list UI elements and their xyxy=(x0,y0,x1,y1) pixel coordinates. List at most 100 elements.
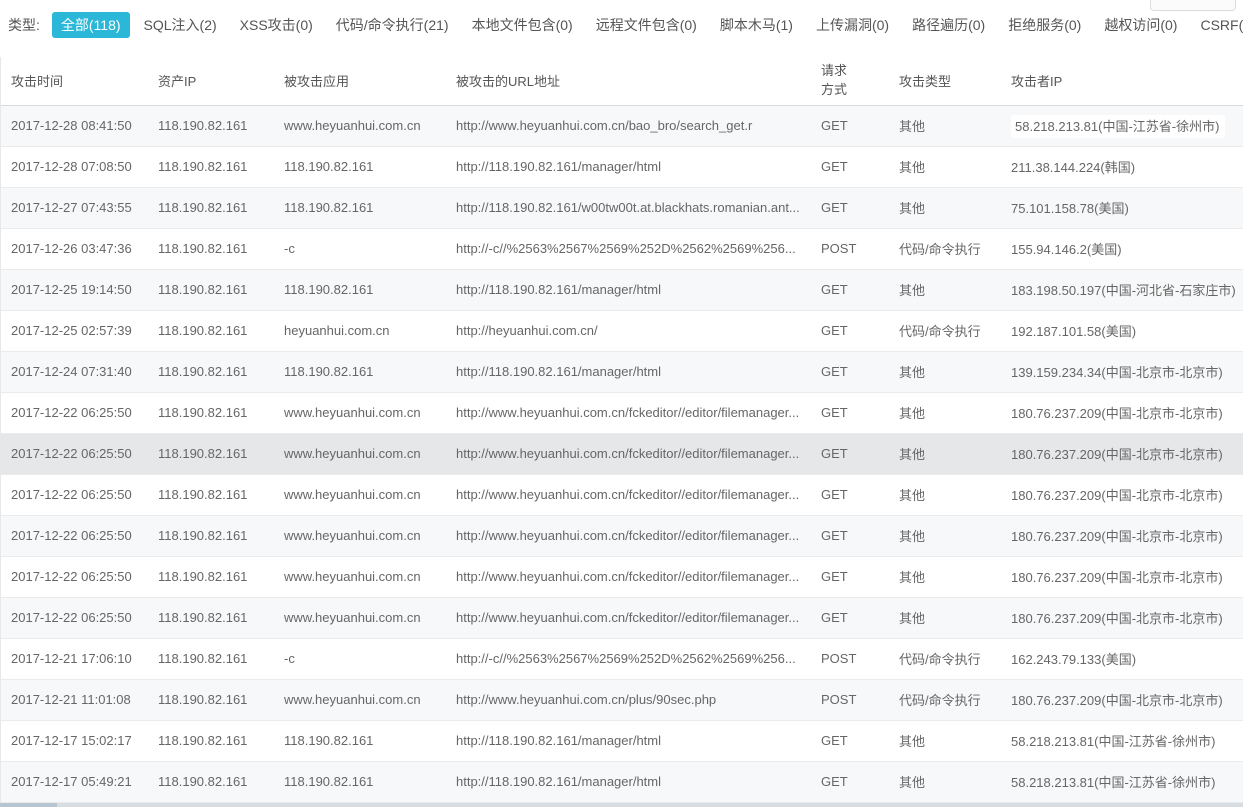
cell-attack-time: 2017-12-22 06:25:50 xyxy=(1,597,148,638)
table-row[interactable]: 2017-12-27 07:43:55118.190.82.161118.190… xyxy=(1,187,1243,228)
filter-tab-8[interactable]: 路径遍历(0) xyxy=(903,12,994,38)
cell-attack-type: 代码/命令执行 xyxy=(889,638,1001,679)
cell-asset-ip: 118.190.82.161 xyxy=(148,597,274,638)
cell-asset-ip: 118.190.82.161 xyxy=(148,351,274,392)
cell-attacked-app: www.heyuanhui.com.cn xyxy=(274,515,446,556)
cell-asset-ip: 118.190.82.161 xyxy=(148,269,274,310)
cell-asset-ip: 118.190.82.161 xyxy=(148,392,274,433)
table-row[interactable]: 2017-12-22 06:25:50118.190.82.161www.hey… xyxy=(1,597,1243,638)
table-row[interactable]: 2017-12-24 07:31:40118.190.82.161118.190… xyxy=(1,351,1243,392)
cell-attacked-url: http://www.heyuanhui.com.cn/fckeditor//e… xyxy=(446,515,811,556)
filter-tab-7[interactable]: 上传漏洞(0) xyxy=(807,12,898,38)
col-header-attack-type: 攻击类型 xyxy=(889,57,1001,105)
filter-tab-6[interactable]: 脚本木马(1) xyxy=(711,12,802,38)
cell-attack-time: 2017-12-24 07:31:40 xyxy=(1,351,148,392)
cell-attacked-url: http://118.190.82.161/manager/html xyxy=(446,720,811,761)
cell-asset-ip: 118.190.82.161 xyxy=(148,474,274,515)
cell-asset-ip: 118.190.82.161 xyxy=(148,638,274,679)
cell-request-method: GET xyxy=(811,310,889,351)
cell-asset-ip: 118.190.82.161 xyxy=(148,720,274,761)
cell-attacker-ip: 180.76.237.209(中国-北京市-北京市) xyxy=(1001,679,1243,720)
cell-attack-time: 2017-12-17 15:02:17 xyxy=(1,720,148,761)
cell-attack-time: 2017-12-17 05:49:21 xyxy=(1,761,148,802)
cell-attack-type: 其他 xyxy=(889,269,1001,310)
cell-attacked-app: 118.190.82.161 xyxy=(274,187,446,228)
cell-request-method: POST xyxy=(811,228,889,269)
cell-asset-ip: 118.190.82.161 xyxy=(148,679,274,720)
table-row[interactable]: 2017-12-25 02:57:39118.190.82.161heyuanh… xyxy=(1,310,1243,351)
cell-attack-type: 其他 xyxy=(889,597,1001,638)
table-row[interactable]: 2017-12-22 06:25:50118.190.82.161www.hey… xyxy=(1,556,1243,597)
cell-attacked-app: www.heyuanhui.com.cn xyxy=(274,433,446,474)
attacker-ip-highlight: 58.218.213.81(中国-江苏省-徐州市) xyxy=(1011,115,1225,138)
cell-attacker-ip: 58.218.213.81(中国-江苏省-徐州市) xyxy=(1001,105,1243,146)
table-row[interactable]: 2017-12-25 19:14:50118.190.82.161118.190… xyxy=(1,269,1243,310)
filter-tab-9[interactable]: 拒绝服务(0) xyxy=(999,12,1090,38)
cell-request-method: GET xyxy=(811,474,889,515)
table-row[interactable]: 2017-12-22 06:25:50118.190.82.161www.hey… xyxy=(1,515,1243,556)
filter-tab-0[interactable]: 全部(118) xyxy=(52,12,130,38)
cell-attacked-app: heyuanhui.com.cn xyxy=(274,310,446,351)
col-header-attacked-url: 被攻击的URL地址 xyxy=(446,57,811,105)
filter-tabs: 全部(118)SQL注入(2)XSS攻击(0)代码/命令执行(21)本地文件包含… xyxy=(52,12,1243,38)
bottom-edge-strip-accent xyxy=(0,803,57,807)
table-row[interactable]: 2017-12-26 03:47:36118.190.82.161-chttp:… xyxy=(1,228,1243,269)
filter-tab-5[interactable]: 远程文件包含(0) xyxy=(587,12,706,38)
cell-attacked-url: http://118.190.82.161/w00tw00t.at.blackh… xyxy=(446,187,811,228)
cell-request-method: GET xyxy=(811,761,889,802)
cell-attacker-ip: 75.101.158.78(美国) xyxy=(1001,187,1243,228)
table-row[interactable]: 2017-12-21 11:01:08118.190.82.161www.hey… xyxy=(1,679,1243,720)
cell-request-method: GET xyxy=(811,187,889,228)
cell-attacker-ip: 211.38.144.224(韩国) xyxy=(1001,146,1243,187)
col-header-request-method-label: 请求方式 xyxy=(821,62,849,100)
cell-attacked-url: http://www.heyuanhui.com.cn/fckeditor//e… xyxy=(446,474,811,515)
table-row[interactable]: 2017-12-28 07:08:50118.190.82.161118.190… xyxy=(1,146,1243,187)
cell-attacked-app: www.heyuanhui.com.cn xyxy=(274,556,446,597)
filter-tab-11[interactable]: CSRF(0) xyxy=(1191,12,1243,38)
table-row[interactable]: 2017-12-22 06:25:50118.190.82.161www.hey… xyxy=(1,474,1243,515)
table-row[interactable]: 2017-12-17 05:49:21118.190.82.161118.190… xyxy=(1,761,1243,802)
col-header-attacker-ip: 攻击者IP xyxy=(1001,57,1243,105)
filter-tab-10[interactable]: 越权访问(0) xyxy=(1095,12,1186,38)
cell-asset-ip: 118.190.82.161 xyxy=(148,556,274,597)
table-row[interactable]: 2017-12-28 08:41:50118.190.82.161www.hey… xyxy=(1,105,1243,146)
cell-attacked-app: 118.190.82.161 xyxy=(274,146,446,187)
cell-attack-type: 其他 xyxy=(889,474,1001,515)
attack-log-page: 类型: 全部(118)SQL注入(2)XSS攻击(0)代码/命令执行(21)本地… xyxy=(0,0,1243,803)
filter-tab-2[interactable]: XSS攻击(0) xyxy=(231,12,322,38)
cell-request-method: GET xyxy=(811,556,889,597)
cell-attacker-ip: 180.76.237.209(中国-北京市-北京市) xyxy=(1001,474,1243,515)
table-row[interactable]: 2017-12-22 06:25:50118.190.82.161www.hey… xyxy=(1,392,1243,433)
cell-attacked-url: http://118.190.82.161/manager/html xyxy=(446,269,811,310)
table-row[interactable]: 2017-12-21 17:06:10118.190.82.161-chttp:… xyxy=(1,638,1243,679)
cell-attack-time: 2017-12-25 19:14:50 xyxy=(1,269,148,310)
cell-attacked-app: -c xyxy=(274,228,446,269)
cell-attack-time: 2017-12-28 07:08:50 xyxy=(1,146,148,187)
cell-attack-type: 其他 xyxy=(889,146,1001,187)
cell-attacked-app: -c xyxy=(274,638,446,679)
table-header-row: 攻击时间 资产IP 被攻击应用 被攻击的URL地址 请求方式 攻击类型 攻击者I… xyxy=(1,57,1243,105)
cell-attacked-app: www.heyuanhui.com.cn xyxy=(274,105,446,146)
filter-tab-1[interactable]: SQL注入(2) xyxy=(135,12,226,38)
cell-attacker-ip: 58.218.213.81(中国-江苏省-徐州市) xyxy=(1001,761,1243,802)
cell-attack-time: 2017-12-26 03:47:36 xyxy=(1,228,148,269)
attack-log-table: 攻击时间 资产IP 被攻击应用 被攻击的URL地址 请求方式 攻击类型 攻击者I… xyxy=(1,57,1243,803)
cell-attacked-url: http://www.heyuanhui.com.cn/fckeditor//e… xyxy=(446,433,811,474)
filter-tab-4[interactable]: 本地文件包含(0) xyxy=(463,12,582,38)
cell-asset-ip: 118.190.82.161 xyxy=(148,310,274,351)
attack-table-wrap: 攻击时间 资产IP 被攻击应用 被攻击的URL地址 请求方式 攻击类型 攻击者I… xyxy=(0,57,1243,803)
table-row[interactable]: 2017-12-17 15:02:17118.190.82.161118.190… xyxy=(1,720,1243,761)
table-row[interactable]: 2017-12-22 06:25:50118.190.82.161www.hey… xyxy=(1,433,1243,474)
cell-attacked-url: http://www.heyuanhui.com.cn/fckeditor//e… xyxy=(446,597,811,638)
top-right-partial-button[interactable] xyxy=(1150,0,1236,11)
cell-attack-time: 2017-12-22 06:25:50 xyxy=(1,515,148,556)
cell-attack-type: 其他 xyxy=(889,392,1001,433)
cell-attack-type: 其他 xyxy=(889,720,1001,761)
filter-tab-3[interactable]: 代码/命令执行(21) xyxy=(327,12,458,38)
cell-attacker-ip: 180.76.237.209(中国-北京市-北京市) xyxy=(1001,392,1243,433)
filter-bar-label: 类型: xyxy=(8,12,40,38)
cell-attack-time: 2017-12-27 07:43:55 xyxy=(1,187,148,228)
cell-request-method: GET xyxy=(811,720,889,761)
cell-attack-type: 其他 xyxy=(889,556,1001,597)
cell-attacker-ip: 192.187.101.58(美国) xyxy=(1001,310,1243,351)
